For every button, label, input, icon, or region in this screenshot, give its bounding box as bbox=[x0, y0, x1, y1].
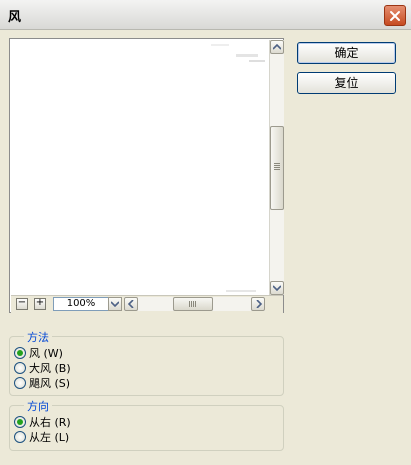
radio-button[interactable] bbox=[14, 377, 26, 389]
method-option-wind[interactable]: 风 (W) bbox=[14, 346, 63, 360]
close-button[interactable] bbox=[384, 5, 406, 26]
ok-button[interactable]: 确定 bbox=[297, 42, 396, 64]
scroll-left-button[interactable] bbox=[124, 297, 138, 311]
vertical-scrollbar[interactable] bbox=[269, 40, 284, 295]
direction-group-title: 方向 bbox=[24, 398, 52, 414]
zoom-dropdown-button[interactable] bbox=[108, 297, 122, 311]
scroll-down-arrow-icon bbox=[273, 285, 281, 291]
dropdown-arrow-icon bbox=[111, 301, 119, 307]
zoom-out-button[interactable]: − bbox=[16, 297, 28, 310]
close-icon bbox=[390, 11, 400, 21]
direction-group: 方向 从右 (R) 从左 (L) bbox=[9, 398, 284, 451]
radio-button[interactable] bbox=[14, 416, 26, 428]
method-group: 方法 风 (W) 大风 (B) 飓风 (S) bbox=[9, 329, 284, 396]
zoom-in-icon: + bbox=[35, 297, 45, 308]
preview-panel: − + 100% bbox=[9, 38, 284, 313]
radio-label: 风 (W) bbox=[29, 347, 63, 360]
preview-canvas[interactable] bbox=[11, 40, 268, 295]
method-option-stagger[interactable]: 飓风 (S) bbox=[14, 376, 70, 390]
radio-button[interactable] bbox=[14, 431, 26, 443]
zoom-in-button[interactable]: + bbox=[34, 297, 46, 310]
wind-preview-image bbox=[11, 40, 268, 295]
horizontal-scroll-thumb[interactable] bbox=[173, 297, 213, 311]
preview-toolbar: − + 100% bbox=[11, 295, 283, 313]
zoom-level-field[interactable]: 100% bbox=[53, 297, 109, 311]
vertical-scroll-thumb[interactable] bbox=[270, 126, 284, 210]
radio-label: 飓风 (S) bbox=[29, 377, 71, 390]
wind-filter-dialog: 风 − + 100% 确定 复位 方法 风 (W) 大风 (B) 飓风 (S) … bbox=[0, 0, 411, 465]
direction-option-from-right[interactable]: 从右 (R) bbox=[14, 415, 71, 429]
radio-button[interactable] bbox=[14, 347, 26, 359]
window-title: 风 bbox=[8, 10, 22, 25]
method-option-blast[interactable]: 大风 (B) bbox=[14, 361, 71, 375]
method-group-title: 方法 bbox=[24, 329, 52, 345]
radio-label: 大风 (B) bbox=[29, 362, 71, 375]
horizontal-scrollbar[interactable] bbox=[124, 297, 265, 311]
scroll-right-button[interactable] bbox=[251, 297, 265, 311]
radio-button[interactable] bbox=[14, 362, 26, 374]
reset-button[interactable]: 复位 bbox=[297, 72, 396, 94]
radio-label: 从右 (R) bbox=[29, 416, 71, 429]
zoom-out-icon: − bbox=[17, 297, 27, 308]
scroll-up-arrow-icon bbox=[273, 44, 281, 50]
scroll-left-arrow-icon bbox=[128, 300, 134, 308]
scroll-up-button[interactable] bbox=[270, 40, 284, 54]
scroll-down-button[interactable] bbox=[270, 281, 284, 295]
direction-option-from-left[interactable]: 从左 (L) bbox=[14, 430, 69, 444]
radio-label: 从左 (L) bbox=[29, 431, 70, 444]
scroll-right-arrow-icon bbox=[256, 300, 263, 308]
title-bar[interactable]: 风 bbox=[0, 0, 411, 30]
